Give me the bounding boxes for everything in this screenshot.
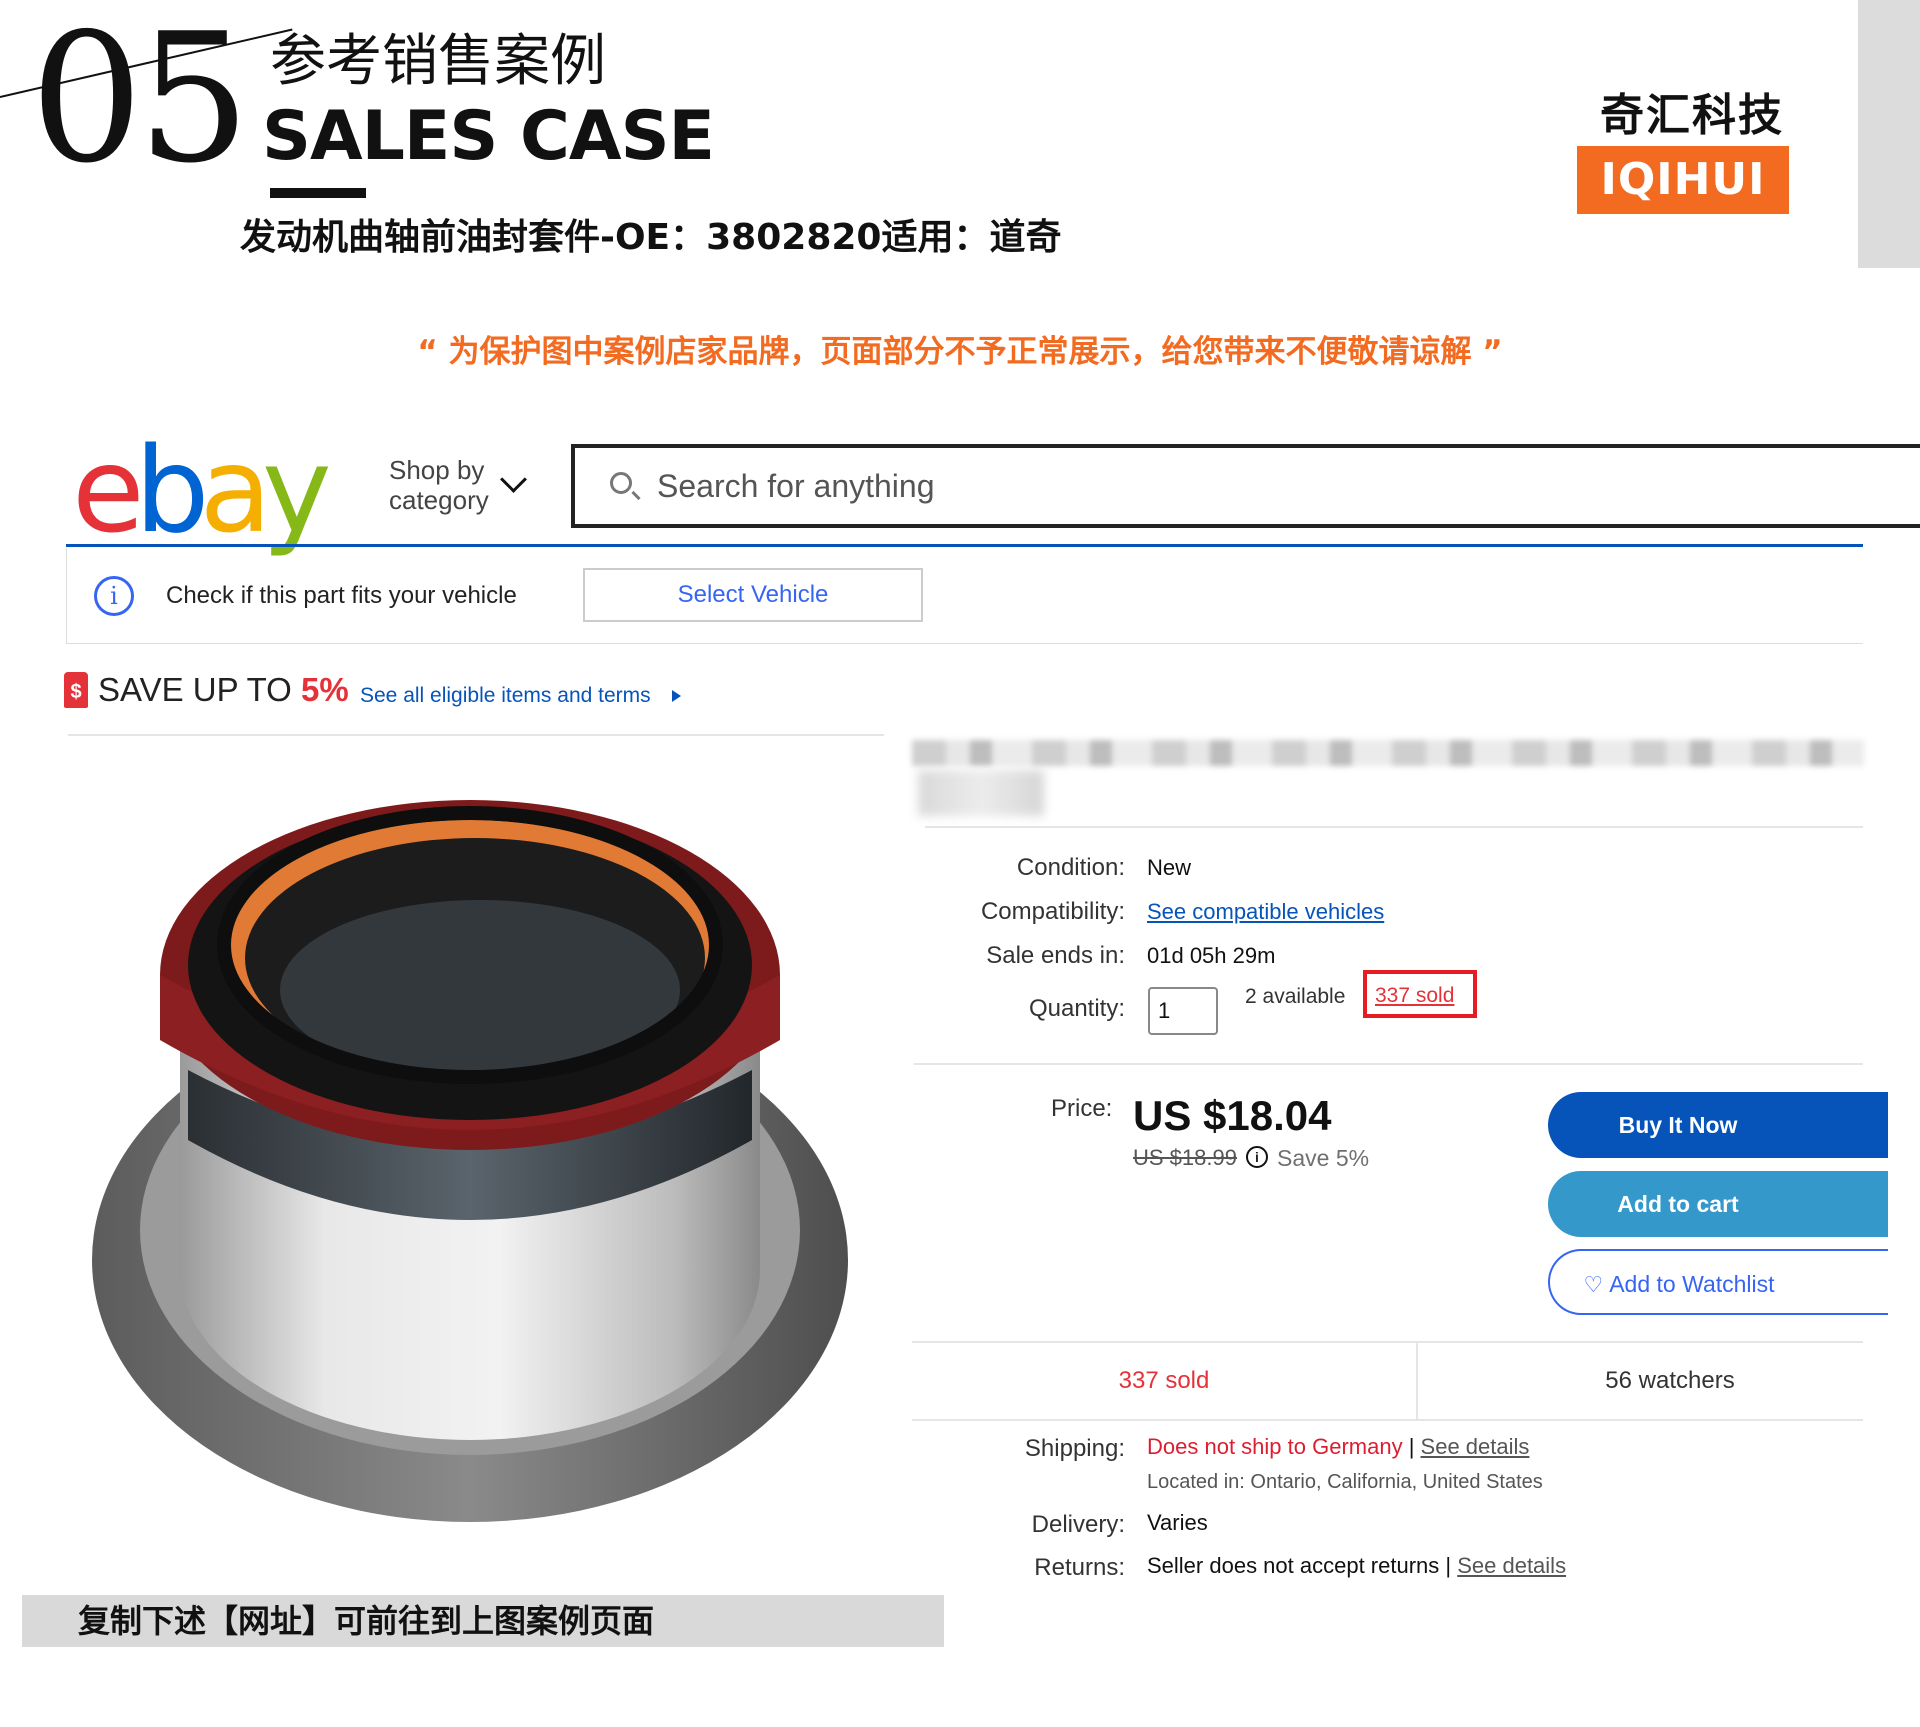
compatibility-label: Compatibility: — [980, 898, 1125, 925]
price-info-icon[interactable]: i — [1246, 1146, 1268, 1168]
arrow-right-icon — [672, 690, 681, 702]
header-divider — [66, 544, 1863, 547]
section-title-en: SALES CASE — [262, 97, 715, 176]
decorative-strip — [1858, 0, 1920, 268]
section-number: 05 — [30, 0, 250, 202]
shop-by-category-button[interactable]: Shop by category — [389, 455, 489, 515]
info-icon: i — [94, 576, 134, 616]
condition-value: New — [1147, 855, 1192, 880]
title-underline — [270, 188, 366, 198]
quantity-label: Quantity: — [1028, 995, 1125, 1022]
price-original: US $18.99 — [1133, 1145, 1237, 1170]
title-divider — [925, 826, 1863, 828]
promo-terms-link[interactable]: See all eligible items and terms — [360, 682, 651, 710]
sale-ends-label: Sale ends in: — [986, 942, 1125, 969]
item-location: Located in: Ontario, California, United … — [1147, 1471, 1543, 1493]
price-label: Price: — [1051, 1095, 1113, 1122]
watchers-stat: 56 watchers — [1605, 1367, 1735, 1394]
promo-banner: SAVE UP TO 5% — [98, 670, 349, 710]
add-to-cart-button[interactable]: Add to cart — [1548, 1171, 1888, 1237]
shipping-info: Does not ship to Germany | See details — [1147, 1432, 1529, 1462]
promo-percent: 5% — [300, 671, 349, 708]
heart-icon: ♡ — [1583, 1272, 1604, 1297]
vehicle-fit-text: Check if this part fits your vehicle — [166, 582, 517, 609]
brand-logo-en: IQIHUI — [1577, 146, 1789, 214]
privacy-notice: “ 为保护图中案例店家品牌，页面部分不予正常展示，给您带来不便敬请谅解 ” — [417, 334, 1503, 370]
condition-label: Condition: — [1016, 854, 1125, 881]
price-tag-icon: $ — [64, 672, 88, 708]
search-icon — [610, 472, 632, 494]
brand-name-cn: 奇汇科技 — [1600, 90, 1784, 141]
shop-by-label-line1: Shop by — [389, 455, 485, 485]
add-to-watchlist-button[interactable]: ♡ Add to Watchlist — [1548, 1249, 1888, 1315]
search-placeholder: Search for anything — [657, 468, 935, 504]
promo-text: SAVE UP TO — [98, 671, 301, 708]
shipping-separator: | — [1402, 1434, 1421, 1459]
select-vehicle-button[interactable]: Select Vehicle — [583, 568, 923, 622]
returns-value: Seller does not accept returns | — [1147, 1553, 1458, 1578]
sold-stat: 337 sold — [1118, 1367, 1210, 1394]
promo-divider — [68, 734, 884, 736]
product-title: 发动机曲轴前油封套件-OE：3802820适用：道奇 — [240, 217, 1062, 258]
price-current: US $18.04 — [1133, 1092, 1332, 1139]
details-divider — [914, 1063, 1863, 1065]
compatible-vehicles-link[interactable]: See compatible vehicles — [1147, 897, 1384, 927]
returns-label: Returns: — [1034, 1554, 1125, 1581]
available-count: 2 available — [1245, 985, 1346, 1008]
shipping-value: Does not ship to Germany — [1147, 1434, 1403, 1459]
quantity-input[interactable]: 1 — [1148, 987, 1218, 1035]
shop-by-label-line2: category — [389, 485, 489, 515]
blurred-title — [912, 740, 1864, 766]
product-image[interactable] — [70, 740, 890, 1570]
shipping-details-link[interactable]: See details — [1421, 1434, 1530, 1459]
blurred-title-line2 — [918, 770, 1044, 816]
returns-details-link[interactable]: See details — [1457, 1553, 1566, 1578]
delivery-value: Varies — [1147, 1510, 1208, 1535]
chevron-down-icon[interactable] — [500, 466, 527, 493]
delivery-label: Delivery: — [1031, 1511, 1125, 1538]
section-title-cn: 参考销售案例 — [270, 29, 606, 94]
watchlist-label: Add to Watchlist — [1609, 1271, 1775, 1297]
sold-count-link[interactable]: 337 sold — [1375, 983, 1454, 1009]
copy-hint-text: 复制下述【网址】可前往到上图案例页面 — [78, 1602, 655, 1640]
price-savings: Save 5% — [1277, 1145, 1370, 1171]
returns-info: Seller does not accept returns | See det… — [1147, 1551, 1566, 1581]
ebay-logo[interactable]: ebay — [72, 430, 332, 550]
shipping-label: Shipping: — [1024, 1435, 1125, 1462]
buy-it-now-button[interactable]: Buy It Now — [1548, 1092, 1888, 1158]
sale-ends-value: 01d 05h 29m — [1147, 943, 1276, 968]
